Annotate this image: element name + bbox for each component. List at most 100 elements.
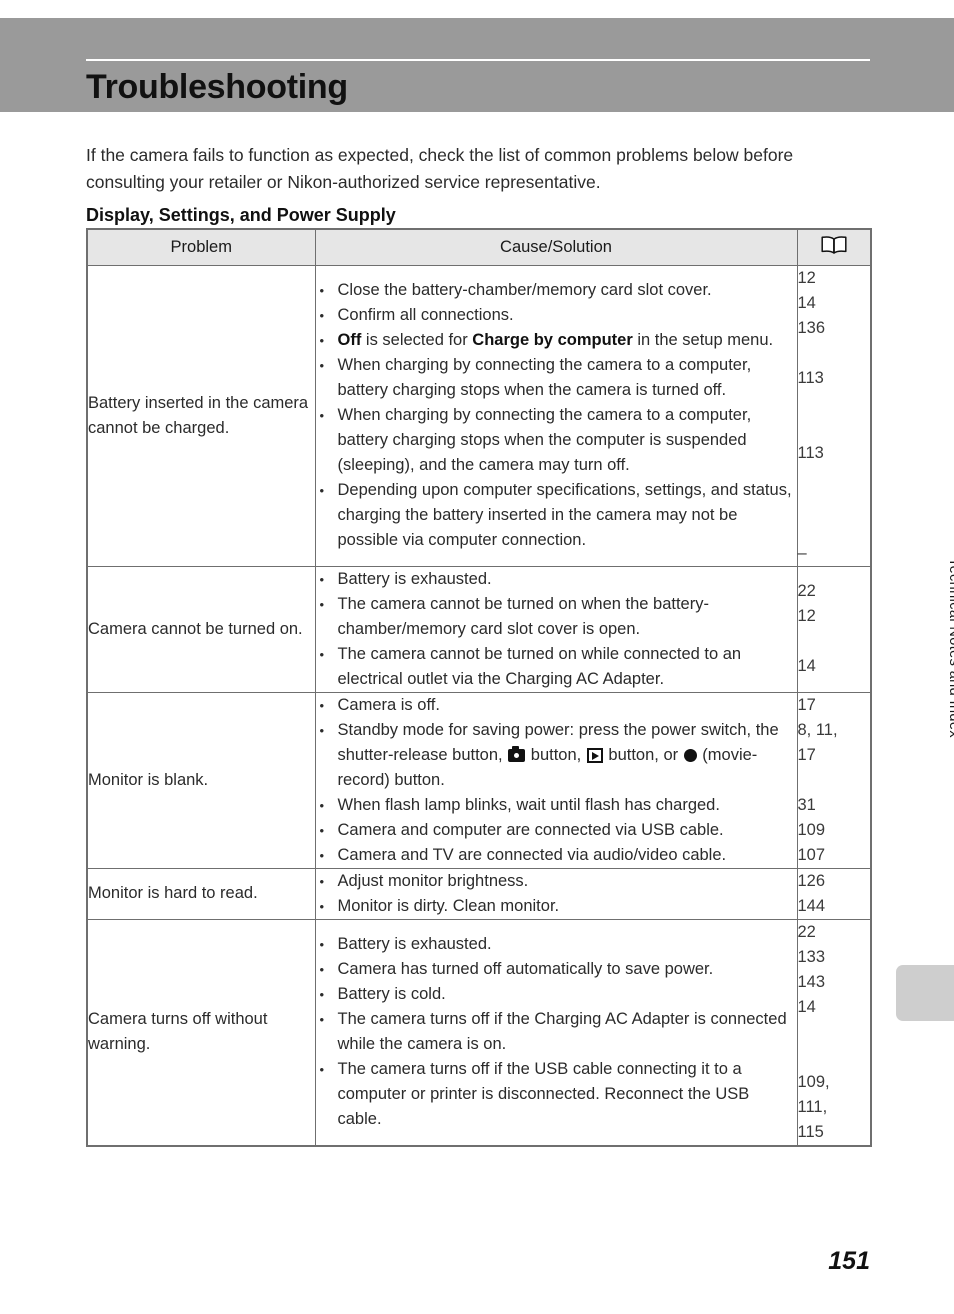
cause-list: Camera is off. Standby mode for saving po… <box>316 693 797 868</box>
cause-text: in the setup menu. <box>632 331 774 349</box>
cause-text: button, <box>526 745 586 764</box>
cause-text: Confirm all connections. <box>337 306 514 324</box>
cause-list-item: The camera turns off if the Charging AC … <box>316 1007 797 1057</box>
cause-text: Adjust monitor brightness. <box>337 871 529 890</box>
page-reference-list: 22 12 14 <box>798 579 871 679</box>
page-reference <box>798 466 871 491</box>
page-reference <box>798 629 871 654</box>
page-reference: 31 <box>797 795 816 814</box>
page-reference <box>798 391 871 416</box>
emphasis-text: Charge by computer <box>472 331 633 349</box>
page-reference: 17 <box>797 745 816 764</box>
troubleshooting-table: Problem Cause/Solution Battery inserted … <box>86 228 872 1147</box>
page-reference: 12 <box>797 607 816 625</box>
cause-list-item: Camera has turned off automatically to s… <box>316 957 797 982</box>
cell-page-reference: 126 144 <box>796 867 872 920</box>
page-reference: 22 <box>797 922 816 941</box>
page-reference: 126 <box>797 871 826 890</box>
page-reference: 136 <box>797 318 826 337</box>
cell-problem: Monitor is blank. <box>86 691 316 869</box>
cause-list-item: When charging by connecting the camera t… <box>316 353 797 403</box>
cause-text: Monitor is dirty. Clean monitor. <box>337 896 560 915</box>
playback-mode-icon <box>586 747 603 763</box>
cause-text: Battery is cold. <box>337 985 446 1003</box>
cause-list-item: Depending upon computer specifications, … <box>316 478 797 553</box>
cause-text: The camera cannot be turned on when the … <box>337 594 709 638</box>
page-reference: – <box>797 543 807 562</box>
page-reference-list: 12 14 136 113 113 – <box>798 266 871 566</box>
page-reference: 113 <box>797 368 824 387</box>
cause-text: The camera turns off if the USB cable co… <box>337 1060 750 1128</box>
page-reference: 107 <box>797 845 826 864</box>
page-reference: 14 <box>797 657 816 675</box>
cause-text: Camera has turned off automatically to s… <box>337 960 714 978</box>
page-reference: 143 <box>797 972 826 991</box>
page-reference: 113 <box>797 443 824 462</box>
page-reference: 8, 11, <box>797 720 838 739</box>
table-header: Problem Cause/Solution <box>86 228 872 266</box>
page-title: Troubleshooting <box>86 68 348 106</box>
table-body: Battery inserted in the camera cannot be… <box>86 264 872 1146</box>
table-header-row: Problem Cause/Solution <box>86 228 872 266</box>
cell-problem: Camera turns off without warning. <box>86 918 316 1146</box>
cause-text: Depending upon computer specifications, … <box>337 481 792 549</box>
page-reference <box>798 416 871 441</box>
cell-problem: Camera cannot be turned on. <box>86 565 316 693</box>
cause-list-item: The camera cannot be turned on when the … <box>316 592 797 642</box>
cell-page-reference: 17 8, 11, 17 31 109 107 <box>796 691 872 869</box>
cell-page-reference: 22 133 143 14 109, 111, 115 <box>796 918 872 1146</box>
cause-text: Close the battery-chamber/memory card sl… <box>337 281 712 299</box>
cause-text: When charging by connecting the camera t… <box>337 356 752 399</box>
section-edge-tab <box>896 965 954 1021</box>
page-reference-list: 126 144 <box>798 869 871 919</box>
page-reference: 115 <box>797 1122 824 1141</box>
cause-text: The camera turns off if the Charging AC … <box>337 1010 787 1053</box>
cause-list-item: Monitor is dirty. Clean monitor. <box>316 894 797 919</box>
cell-cause-solution: Close the battery-chamber/memory card sl… <box>314 264 798 567</box>
section-heading: Display, Settings, and Power Supply <box>86 204 396 225</box>
running-head-vertical: Technical Notes and Index <box>946 557 954 738</box>
cause-text: Camera and computer are connected via US… <box>337 820 724 839</box>
emphasis-text: Off <box>337 331 362 349</box>
cause-list-item: When charging by connecting the camera t… <box>316 403 797 478</box>
cause-text: button, or <box>603 745 683 764</box>
cause-list-item: Camera and TV are connected via audio/vi… <box>316 843 797 868</box>
cause-text: The camera cannot be turned on while con… <box>337 644 742 688</box>
page-reference-list: 17 8, 11, 17 31 109 107 <box>798 693 871 868</box>
table-row: Camera turns off without warning.Battery… <box>86 918 872 1146</box>
cause-text: Battery is exhausted. <box>337 569 492 588</box>
cause-list: Close the battery-chamber/memory card sl… <box>316 278 797 553</box>
page-reference <box>798 341 871 366</box>
table-row: Camera cannot be turned on.Battery is ex… <box>86 565 872 693</box>
cell-problem: Battery inserted in the camera cannot be… <box>86 264 316 567</box>
page-reference <box>798 1020 871 1045</box>
open-book-icon <box>821 236 847 258</box>
cause-list-item: Camera is off. <box>316 693 797 718</box>
cell-cause-solution: Adjust monitor brightness. Monitor is dir… <box>314 867 798 920</box>
cause-list: Battery is exhausted. The camera cannot b… <box>316 567 797 692</box>
page-reference <box>798 768 871 793</box>
cause-list-item: Adjust monitor brightness. <box>316 869 797 894</box>
column-header-problem: Problem <box>86 228 316 266</box>
column-header-reference <box>796 228 872 266</box>
page-reference: 17 <box>797 695 816 714</box>
troubleshooting-table-wrapper: Problem Cause/Solution Battery inserted … <box>86 228 872 1147</box>
cause-list-item: Standby mode for saving power: press the… <box>316 718 797 793</box>
cell-cause-solution: Camera is off. Standby mode for saving po… <box>314 691 798 869</box>
cause-text: Battery is exhausted. <box>337 935 492 953</box>
cause-text: Camera and TV are connected via audio/vi… <box>337 845 727 864</box>
table-row: Monitor is hard to read.Adjust monitor b… <box>86 867 872 920</box>
page-reference-list: 22 133 143 14 109, 111, 115 <box>798 920 871 1145</box>
cause-list-item: Battery is exhausted. <box>316 932 797 957</box>
cause-list-item: The camera turns off if the USB cable co… <box>316 1057 797 1132</box>
page-reference: 14 <box>797 293 816 312</box>
cause-list-item: Off is selected for Charge by computer i… <box>316 328 797 353</box>
table-row: Battery inserted in the camera cannot be… <box>86 264 872 567</box>
movie-record-icon <box>683 748 697 762</box>
header-divider-rule <box>86 59 870 61</box>
page-reference: 133 <box>797 947 826 966</box>
cause-list-item: Camera and computer are connected via US… <box>316 818 797 843</box>
page-reference: 22 <box>797 582 816 600</box>
page-reference <box>798 1045 871 1070</box>
cause-list: Battery is exhausted. Camera has turned o… <box>316 932 797 1132</box>
